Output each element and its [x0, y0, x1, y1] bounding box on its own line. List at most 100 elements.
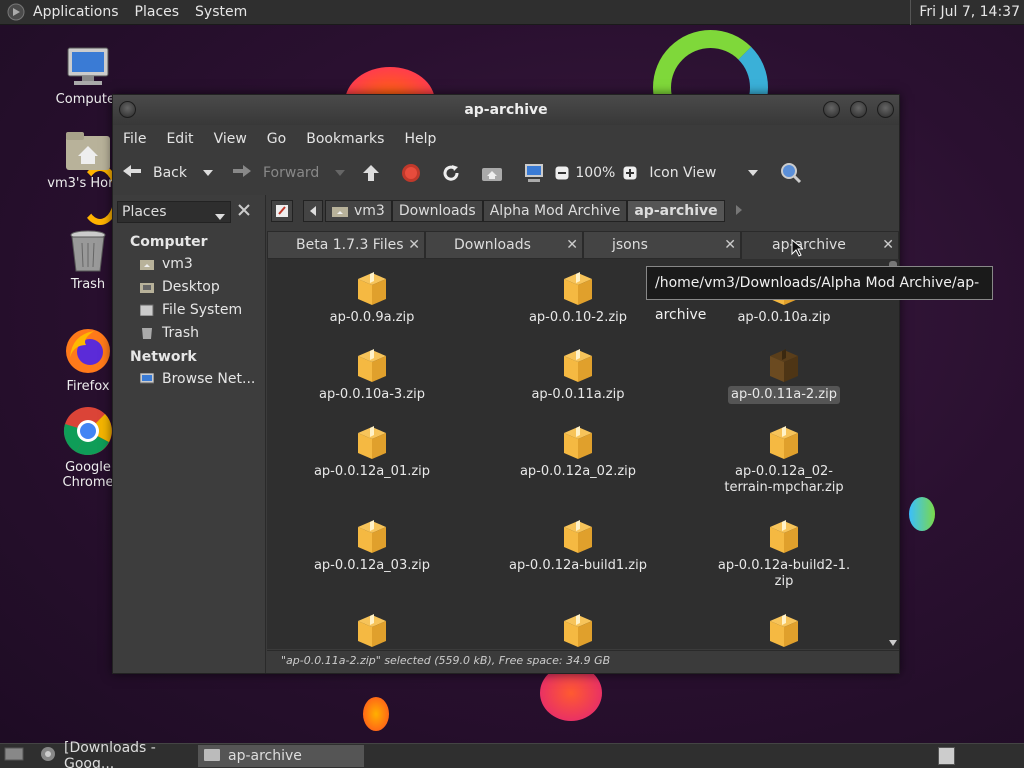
desktop-icon-label: Google Chrome — [62, 460, 114, 490]
back-dropdown-icon[interactable] — [203, 165, 213, 181]
back-button[interactable]: Back — [121, 163, 213, 183]
stop-icon[interactable] — [401, 163, 421, 183]
file-item[interactable]: ap-0.0.12a-build1.zip — [483, 517, 673, 575]
zoom-in-icon[interactable] — [623, 166, 637, 180]
desktop-folder-icon — [140, 281, 154, 293]
folder-icon — [204, 747, 220, 765]
tab-downloads[interactable]: Downloads ✕ — [425, 231, 583, 259]
file-item[interactable]: ap-0.0.10a-3.zip — [277, 346, 467, 404]
file-item[interactable]: ap-0.0.11a.zip — [483, 346, 673, 404]
file-item[interactable]: ap-0.0.9a.zip — [277, 269, 467, 327]
close-tab-icon[interactable]: ✕ — [724, 232, 736, 258]
sidebar: Places Computer vm3 Desktop File System … — [113, 195, 266, 673]
menu-help[interactable]: Help — [394, 131, 446, 147]
top-panel: Applications Places System Fri Jul 7, 14… — [0, 0, 1024, 25]
edit-location-icon[interactable] — [271, 200, 293, 222]
places-menu[interactable]: Places — [127, 4, 188, 20]
window-menu-button[interactable] — [119, 101, 136, 118]
sidebar-heading-network: Network — [130, 349, 197, 365]
menu-view[interactable]: View — [204, 131, 257, 147]
breadcrumb-vm3[interactable]: vm3 — [325, 200, 392, 222]
up-arrow-icon[interactable] — [361, 163, 381, 183]
workspace-switcher[interactable] — [938, 747, 955, 765]
bottom-panel: [Downloads - Goog... ap-archive — [0, 740, 1024, 768]
minimize-button[interactable] — [823, 101, 840, 118]
file-item[interactable]: ap-0.0.12a-build2-1. zip — [689, 517, 879, 591]
home-folder-icon — [140, 258, 154, 270]
file-label: ap-0.0.12a_02.zip — [519, 464, 637, 479]
close-button[interactable] — [877, 101, 894, 118]
clock[interactable]: Fri Jul 7, 14:37 — [910, 0, 1024, 25]
zoom-level[interactable]: 100% — [575, 165, 615, 181]
search-icon[interactable] — [780, 162, 802, 184]
tab-ap-archive[interactable]: ap-archive ✕ — [741, 231, 899, 259]
archive-icon — [766, 423, 802, 461]
back-arrow-icon — [121, 163, 143, 183]
show-desktop-icon[interactable] — [4, 746, 24, 766]
applications-menu[interactable]: Applications — [25, 4, 127, 20]
vertical-scrollbar[interactable] — [887, 259, 899, 649]
sidebar-item-filesystem[interactable]: File System — [139, 302, 242, 318]
file-item[interactable]: ap-0.0.12a_03.zip — [277, 517, 467, 575]
forward-label: Forward — [263, 165, 320, 181]
file-item[interactable]: ap-0.0.12a_02.zip — [483, 423, 673, 481]
zoom-out-icon[interactable] — [555, 166, 569, 180]
taskbar-item-chrome[interactable]: [Downloads - Goog... — [34, 740, 194, 768]
file-label: ap-0.0.10-2.zip — [528, 310, 628, 325]
forward-dropdown-icon[interactable] — [335, 165, 346, 181]
close-sidebar-icon[interactable] — [237, 203, 251, 221]
status-bar: "ap-0.0.11a-2.zip" selected (559.0 kB), … — [267, 650, 899, 672]
chevron-down-icon — [748, 165, 759, 181]
breadcrumb-alpha-mod-archive[interactable]: Alpha Mod Archive — [482, 200, 628, 222]
menu-file[interactable]: File — [113, 131, 156, 147]
menu-bookmarks[interactable]: Bookmarks — [296, 131, 394, 147]
desktop-decoration — [363, 697, 389, 731]
file-label: ap-0.0.12a-build1.zip — [509, 558, 647, 573]
home-icon[interactable] — [481, 164, 503, 182]
sidebar-item-trash[interactable]: Trash — [140, 325, 199, 341]
taskbar-item-ap-archive[interactable]: ap-archive — [198, 745, 364, 767]
file-item[interactable]: ap-0.0.12a_01.zip — [277, 423, 467, 481]
tab-beta-files[interactable]: Beta 1.7.3 Files ✕ — [267, 231, 425, 259]
drive-icon — [139, 304, 154, 317]
scroll-down-icon[interactable] — [889, 635, 897, 650]
breadcrumb-right-icon[interactable] — [735, 204, 743, 219]
file-item[interactable] — [483, 611, 673, 649]
close-tab-icon[interactable]: ✕ — [566, 232, 578, 258]
distro-logo-icon[interactable] — [7, 3, 25, 21]
trash-icon — [140, 327, 154, 339]
reload-icon[interactable] — [441, 163, 461, 183]
file-label: ap-0.0.11a.zip — [531, 387, 625, 402]
breadcrumb-ap-archive[interactable]: ap-archive — [627, 200, 725, 222]
tab-jsons[interactable]: jsons ✕ — [583, 231, 741, 259]
file-item[interactable]: ap-0.0.11a-2.zip — [689, 346, 879, 404]
location-bar: vm3 Downloads Alpha Mod Archive ap-archi… — [267, 195, 899, 227]
system-menu[interactable]: System — [187, 4, 255, 20]
menu-edit[interactable]: Edit — [156, 131, 203, 147]
archive-icon — [560, 423, 596, 461]
close-tab-icon[interactable]: ✕ — [408, 232, 420, 258]
computer-toolbar-icon[interactable] — [523, 163, 545, 183]
menu-go[interactable]: Go — [257, 131, 296, 147]
breadcrumb-downloads[interactable]: Downloads — [391, 200, 483, 222]
sidebar-item-desktop[interactable]: Desktop — [140, 279, 220, 295]
window-titlebar[interactable]: ap-archive — [113, 95, 899, 125]
file-label: ap-0.0.12a-build2-1. zip — [717, 558, 851, 589]
file-item[interactable]: ap-0.0.12a_02- terrain-mpchar.zip — [689, 423, 879, 497]
file-item[interactable] — [277, 611, 467, 649]
sidebar-item-vm3[interactable]: vm3 — [140, 256, 193, 272]
file-item[interactable]: ap-0.0.10-2.zip — [483, 269, 673, 327]
archive-icon — [560, 517, 596, 555]
maximize-button[interactable] — [850, 101, 867, 118]
view-mode-select[interactable]: Icon View — [649, 165, 759, 181]
breadcrumb-left-icon[interactable] — [303, 200, 323, 222]
sidebar-item-browse-network[interactable]: Browse Net... — [139, 371, 255, 387]
file-item[interactable] — [689, 611, 879, 649]
desktop-icon-label: Trash — [70, 277, 106, 292]
icon-view[interactable]: ap-0.0.9a.zip ap-0.0.10-2.zip ap-0.0.10a.z… — [267, 259, 887, 649]
archive-icon — [354, 346, 390, 384]
close-tab-icon[interactable]: ✕ — [882, 232, 894, 258]
back-label: Back — [153, 165, 187, 181]
forward-button[interactable]: Forward — [231, 163, 346, 183]
places-combo[interactable]: Places — [117, 201, 231, 223]
